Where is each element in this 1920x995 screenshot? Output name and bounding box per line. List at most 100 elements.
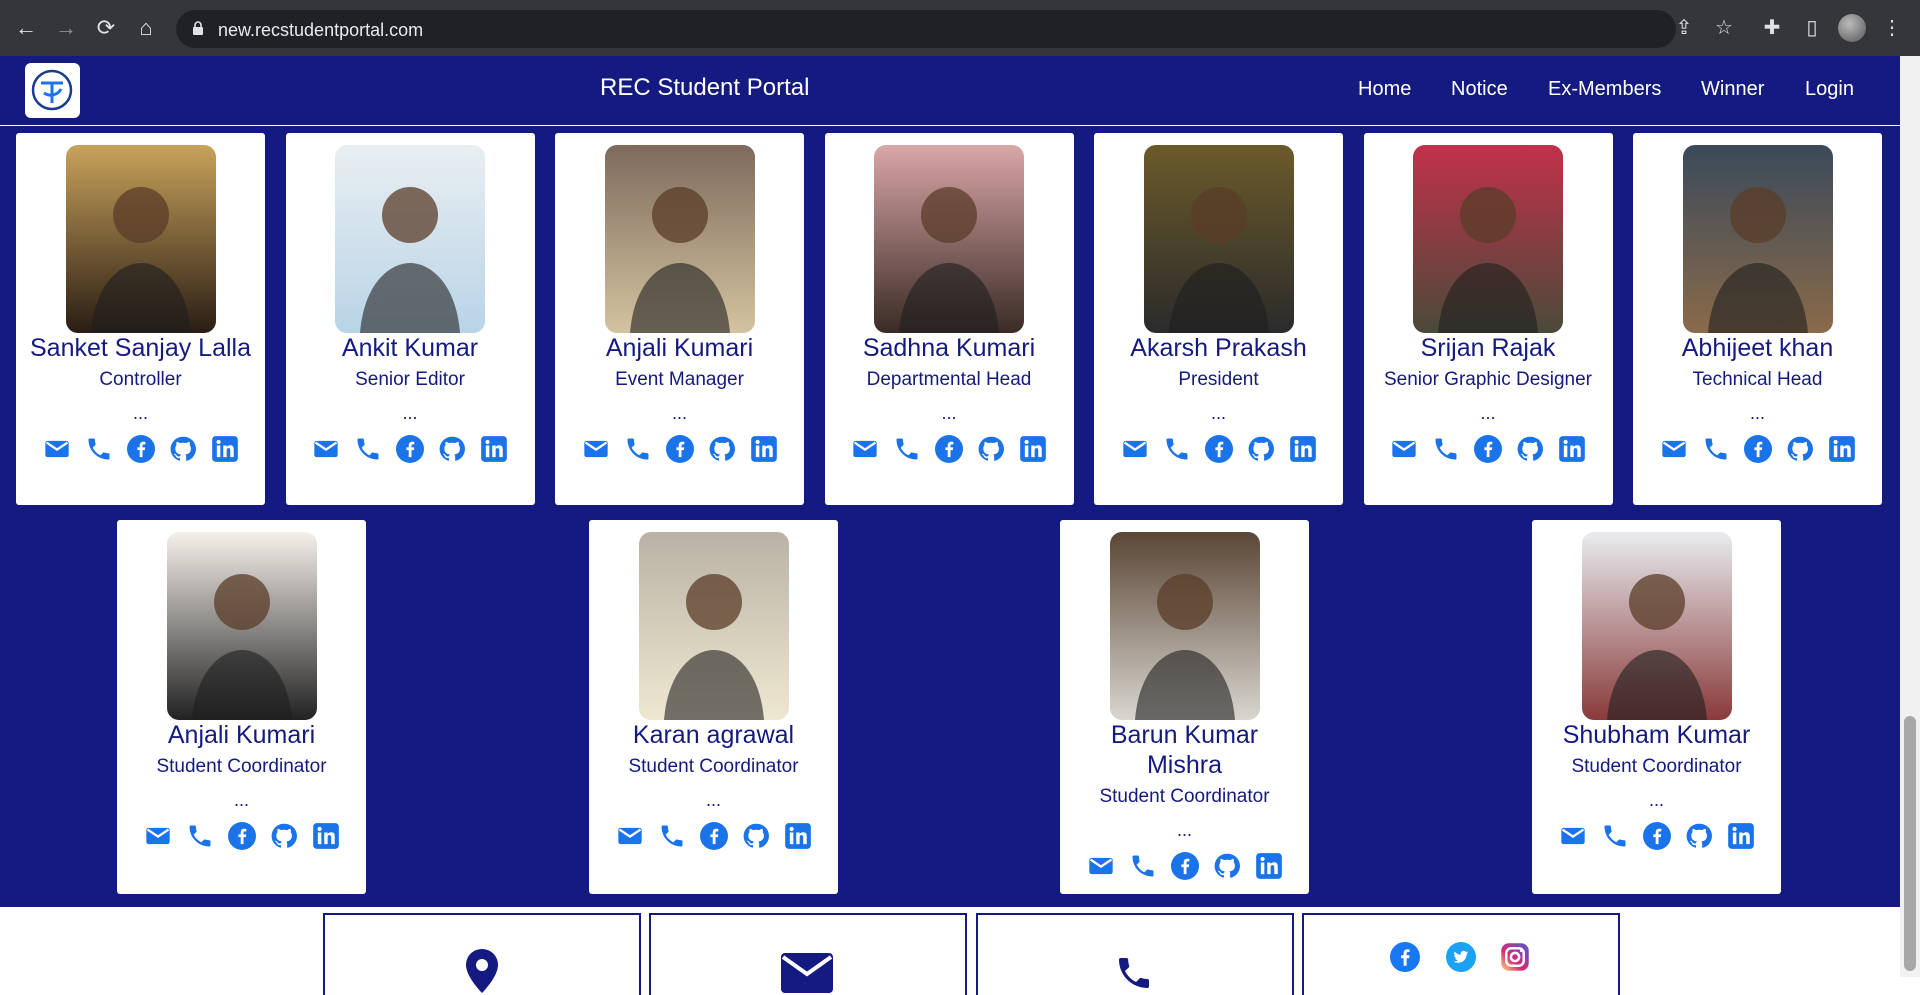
member-more[interactable]: ... <box>1364 403 1613 424</box>
page-scrollbar[interactable] <box>1900 56 1920 977</box>
linkedin-icon[interactable] <box>1019 435 1047 463</box>
nav-ex-members[interactable]: Ex-Members <box>1548 78 1661 101</box>
extensions-icon[interactable]: ✚ <box>1758 14 1786 42</box>
linkedin-icon[interactable] <box>750 435 778 463</box>
linkedin-icon[interactable] <box>1558 435 1586 463</box>
member-more[interactable]: ... <box>1633 403 1882 424</box>
mail-icon <box>781 953 833 993</box>
mail-icon[interactable] <box>616 822 644 850</box>
github-icon[interactable] <box>1247 435 1275 463</box>
facebook-icon[interactable] <box>1204 435 1233 463</box>
github-icon[interactable] <box>438 435 466 463</box>
facebook-icon[interactable] <box>665 435 694 463</box>
scrollbar-thumb[interactable] <box>1904 716 1916 971</box>
linkedin-icon[interactable] <box>1727 822 1755 850</box>
nav-notice[interactable]: Notice <box>1451 78 1508 101</box>
bookmark-star-icon[interactable]: ☆ <box>1710 14 1738 42</box>
nav-home[interactable]: Home <box>1358 78 1411 101</box>
facebook-icon[interactable] <box>1170 852 1199 880</box>
member-more[interactable]: ... <box>1532 790 1781 811</box>
linkedin-icon[interactable] <box>784 822 812 850</box>
member-photo <box>1413 145 1563 333</box>
mail-icon[interactable] <box>1121 435 1149 463</box>
github-icon[interactable] <box>1685 822 1713 850</box>
phone-icon[interactable] <box>1129 852 1157 880</box>
phone-icon[interactable] <box>186 822 214 850</box>
linkedin-icon[interactable] <box>312 822 340 850</box>
phone-icon[interactable] <box>1432 435 1460 463</box>
linkedin-icon[interactable] <box>211 435 239 463</box>
github-icon[interactable] <box>169 435 197 463</box>
address-bar[interactable]: new.recstudentportal.com <box>176 10 1676 48</box>
member-role: Student Coordinator <box>1099 786 1270 807</box>
back-icon[interactable]: ← <box>12 14 40 42</box>
facebook-icon[interactable] <box>126 435 155 463</box>
member-more[interactable]: ... <box>1094 403 1343 424</box>
mail-icon[interactable] <box>582 435 610 463</box>
mail-icon[interactable] <box>43 435 71 463</box>
phone-icon[interactable] <box>658 822 686 850</box>
mail-icon[interactable] <box>851 435 879 463</box>
linkedin-icon[interactable] <box>1828 435 1856 463</box>
mail-icon[interactable] <box>1087 852 1115 880</box>
mail-icon[interactable] <box>312 435 340 463</box>
facebook-icon[interactable] <box>699 822 728 850</box>
facebook-icon[interactable] <box>1743 435 1772 463</box>
member-card-barun-kumar-mishra: Barun Kumar Mishra Student Coordinator... <box>1060 520 1309 894</box>
facebook-icon[interactable] <box>227 822 256 850</box>
footer-social-box <box>1302 913 1620 995</box>
linkedin-icon[interactable] <box>1255 852 1283 880</box>
phone-icon[interactable] <box>85 435 113 463</box>
site-header: REC Student Portal Home Notice Ex-Member… <box>0 56 1920 126</box>
github-icon[interactable] <box>708 435 736 463</box>
mail-icon[interactable] <box>1559 822 1587 850</box>
phone-icon[interactable] <box>624 435 652 463</box>
forward-icon[interactable]: → <box>52 14 80 42</box>
linkedin-icon[interactable] <box>480 435 508 463</box>
phone-icon[interactable] <box>1163 435 1191 463</box>
facebook-icon[interactable] <box>935 435 963 463</box>
phone-icon[interactable] <box>1601 822 1629 850</box>
member-card-sadhna-kumari: Sadhna Kumari Departmental Head... <box>824 133 1074 505</box>
twitter-icon[interactable] <box>1446 942 1476 972</box>
github-icon[interactable] <box>1213 852 1241 880</box>
site-logo[interactable] <box>25 63 80 118</box>
member-role: President <box>1178 369 1259 390</box>
mail-icon[interactable] <box>1390 435 1418 463</box>
member-more[interactable]: ... <box>117 790 366 811</box>
member-more[interactable]: ... <box>555 403 804 424</box>
github-icon[interactable] <box>977 435 1005 463</box>
facebook-icon[interactable] <box>1390 942 1420 972</box>
home-icon[interactable]: ⌂ <box>132 14 160 42</box>
phone-icon[interactable] <box>893 435 921 463</box>
member-more[interactable]: ... <box>825 403 1074 424</box>
instagram-icon[interactable] <box>1500 942 1530 972</box>
profile-avatar[interactable] <box>1838 14 1866 42</box>
facebook-icon[interactable] <box>1474 435 1502 463</box>
nav-login[interactable]: Login <box>1805 78 1854 101</box>
nav-winner[interactable]: Winner <box>1701 78 1764 101</box>
member-role: Student Coordinator <box>156 756 327 777</box>
linkedin-icon[interactable] <box>1289 435 1317 463</box>
github-icon[interactable] <box>1516 435 1544 463</box>
url-text: new.recstudentportal.com <box>218 20 424 40</box>
github-icon[interactable] <box>742 822 770 850</box>
member-more[interactable]: ... <box>1060 820 1309 841</box>
member-more[interactable]: ... <box>16 403 265 424</box>
facebook-icon[interactable] <box>1642 822 1671 850</box>
mail-icon[interactable] <box>144 822 172 850</box>
github-icon[interactable] <box>1786 435 1814 463</box>
facebook-icon[interactable] <box>396 435 424 463</box>
member-more[interactable]: ... <box>589 790 838 811</box>
github-icon[interactable] <box>270 822 298 850</box>
member-more[interactable]: ... <box>286 403 535 424</box>
phone-icon[interactable] <box>354 435 382 463</box>
menu-kebab-icon[interactable]: ⋮ <box>1878 14 1906 42</box>
side-panel-icon[interactable]: ▯ <box>1798 14 1826 42</box>
member-contact-icons <box>1532 822 1781 850</box>
mail-icon[interactable] <box>1660 435 1688 463</box>
member-name: Anjali Kumari <box>167 721 316 749</box>
reload-icon[interactable]: ⟳ <box>92 14 120 42</box>
phone-icon[interactable] <box>1702 435 1730 463</box>
share-icon[interactable]: ⇪ <box>1670 14 1698 42</box>
